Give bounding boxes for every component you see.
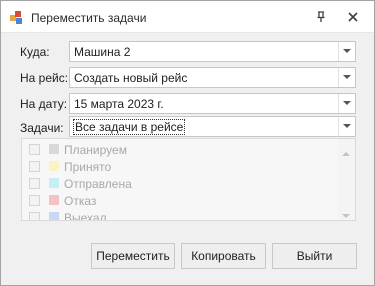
status-color-swatch	[49, 144, 59, 154]
list-item[interactable]: Планируем	[22, 141, 332, 158]
list-item[interactable]: Отказ	[22, 192, 332, 209]
chevron-down-icon[interactable]	[338, 42, 355, 61]
status-label: Отправлена	[64, 177, 132, 191]
list-item[interactable]: Принято	[22, 158, 332, 175]
status-color-swatch	[49, 212, 59, 220]
app-icon	[10, 11, 22, 24]
move-tasks-dialog: Переместить задачи Куда: Машина 2 На рей…	[0, 0, 375, 286]
status-color-swatch	[49, 161, 59, 171]
list-item[interactable]: Отправлена	[22, 175, 332, 192]
trip-label: На рейс:	[20, 71, 69, 85]
title-bar: Переместить задачи	[1, 1, 374, 33]
status-label: Планируем	[64, 143, 127, 157]
window-title: Переместить задачи	[31, 11, 147, 25]
date-value: 15 марта 2023 г.	[74, 97, 164, 111]
trip-combobox[interactable]: Создать новый рейс	[69, 67, 356, 88]
checkbox[interactable]	[29, 195, 40, 206]
list-item[interactable]: Выехал	[22, 209, 332, 221]
status-label: Выехал	[64, 211, 107, 221]
date-picker[interactable]: 15 марта 2023 г.	[69, 93, 356, 114]
trip-value: Создать новый рейс	[74, 71, 188, 85]
destination-combobox[interactable]: Машина 2	[69, 41, 356, 62]
tasks-combobox[interactable]: Все задачи в рейсе	[69, 116, 356, 137]
status-label: Принято	[64, 160, 112, 174]
close-icon[interactable]	[346, 10, 360, 24]
chevron-down-icon[interactable]	[338, 68, 355, 87]
tasks-value: Все задачи в рейсе	[72, 119, 186, 135]
scroll-up-icon[interactable]	[342, 145, 350, 159]
scrollbar[interactable]	[338, 139, 355, 220]
pin-icon[interactable]	[314, 10, 328, 24]
chevron-down-icon[interactable]	[338, 94, 355, 113]
status-label: Отказ	[64, 194, 97, 208]
checkbox[interactable]	[29, 212, 40, 220]
status-checklist[interactable]: Планируем Принято Отправлена Отказ Выеха…	[21, 138, 356, 221]
checkbox[interactable]	[29, 178, 40, 189]
move-button[interactable]: Переместить	[91, 243, 175, 269]
status-color-swatch	[49, 178, 59, 188]
tasks-label: Задачи:	[20, 121, 64, 135]
scroll-down-icon[interactable]	[342, 208, 350, 220]
date-label: На дату:	[20, 97, 68, 111]
chevron-down-icon[interactable]	[338, 117, 355, 136]
checkbox[interactable]	[29, 161, 40, 172]
destination-label: Куда:	[20, 45, 50, 59]
exit-button[interactable]: Выйти	[272, 243, 357, 269]
status-color-swatch	[49, 195, 59, 205]
copy-button[interactable]: Копировать	[181, 243, 266, 269]
checkbox[interactable]	[29, 144, 40, 155]
destination-value: Машина 2	[74, 45, 131, 59]
